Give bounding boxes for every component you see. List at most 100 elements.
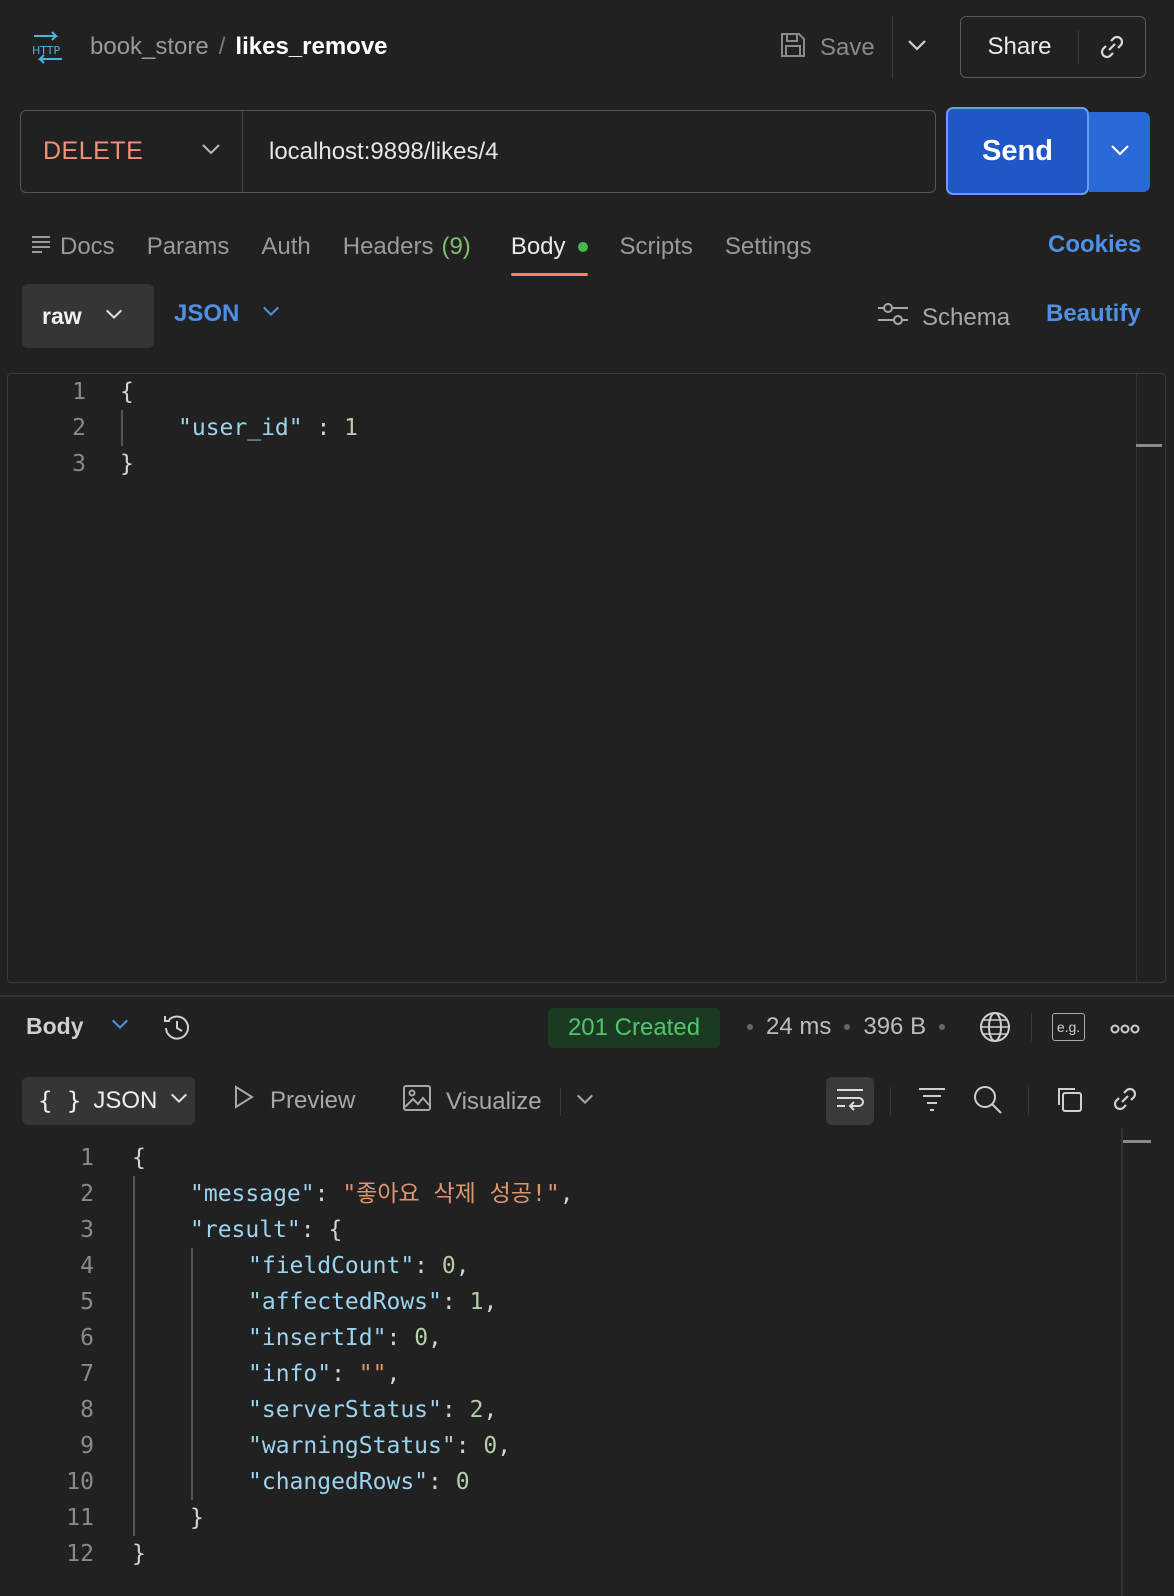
body-language-label: JSON	[174, 300, 240, 327]
preview-button[interactable]: Preview	[232, 1084, 355, 1117]
line-number: 3	[72, 451, 86, 477]
response-scroll-thumb[interactable]	[1123, 1140, 1151, 1143]
tab-params[interactable]: Params	[147, 222, 230, 272]
body-mode-select[interactable]: raw	[22, 284, 154, 348]
response-divider[interactable]	[0, 995, 1174, 997]
line-number: 6	[80, 1325, 94, 1351]
tab-auth-label: Auth	[261, 233, 311, 260]
send-button[interactable]: Send	[946, 107, 1089, 195]
json-key: "insertId"	[248, 1325, 387, 1351]
tab-docs[interactable]: Docs	[30, 222, 115, 272]
chevron-down-icon	[169, 1087, 189, 1115]
chevron-down-icon	[200, 138, 222, 165]
json-separator: ,	[386, 1361, 401, 1387]
line-number: 10	[66, 1469, 94, 1495]
code-open-brace: {	[120, 379, 134, 405]
toolbar-divider	[1028, 1087, 1029, 1115]
svg-text:HTTP: HTTP	[32, 44, 61, 57]
body-language-select[interactable]: JSON	[174, 300, 281, 328]
breadcrumb: book_store / likes_remove	[90, 30, 388, 64]
line-number: 12	[66, 1541, 94, 1567]
chevron-down-icon	[1109, 139, 1131, 166]
braces-icon: { }	[38, 1087, 82, 1115]
json-key: "warningStatus"	[248, 1433, 456, 1459]
schema-button[interactable]: Schema	[876, 300, 1010, 335]
tab-settings[interactable]: Settings	[725, 222, 812, 272]
send-options-button[interactable]	[1089, 112, 1150, 192]
wrap-lines-button[interactable]	[826, 1077, 874, 1125]
tab-body[interactable]: Body	[510, 222, 588, 276]
cookies-link[interactable]: Cookies	[1048, 231, 1141, 259]
tab-headers[interactable]: Headers (9)	[343, 222, 471, 272]
http-request-icon: HTTP	[30, 30, 66, 64]
chevron-down-icon	[110, 1013, 130, 1040]
filter-icon[interactable]	[917, 1084, 947, 1117]
line-number: 7	[80, 1361, 94, 1387]
toolbar-divider	[1031, 1013, 1032, 1041]
json-value: 1	[469, 1289, 484, 1315]
tab-settings-label: Settings	[724, 233, 812, 260]
body-modified-dot	[577, 242, 588, 252]
link-icon[interactable]	[1110, 1084, 1140, 1119]
request-url-bar: DELETE localhost:9898/likes/4	[20, 110, 936, 193]
copy-icon[interactable]	[1054, 1084, 1084, 1119]
request-name[interactable]: likes_remove	[235, 33, 387, 60]
example-button[interactable]: e.g.	[1052, 1013, 1085, 1041]
breadcrumb-separator: /	[218, 33, 226, 60]
url-input[interactable]: localhost:9898/likes/4	[243, 138, 498, 166]
wrap-lines-icon	[835, 1086, 865, 1117]
save-options-chevron-icon[interactable]	[906, 34, 928, 61]
indent-guide	[133, 1176, 135, 1536]
beautify-button[interactable]: Beautify	[1046, 300, 1141, 328]
more-options-icon[interactable]	[1110, 1015, 1140, 1041]
indent-guide	[121, 410, 123, 446]
chevron-down-icon[interactable]	[575, 1088, 595, 1116]
chevron-down-icon	[104, 303, 124, 330]
search-icon[interactable]	[972, 1084, 1004, 1119]
json-separator: ,	[483, 1289, 498, 1315]
line-number: 5	[80, 1289, 94, 1315]
json-field-line: "changedRows": 0	[248, 1469, 470, 1495]
editor-scroll-thumb[interactable]	[1136, 444, 1162, 447]
dot-separator	[747, 1024, 753, 1030]
share-button[interactable]: Share	[961, 33, 1078, 61]
copy-link-icon[interactable]	[1079, 17, 1145, 77]
response-section-select[interactable]: Body	[26, 1013, 130, 1040]
dot-separator	[844, 1024, 851, 1030]
response-format-select[interactable]: { } JSON	[22, 1077, 195, 1125]
response-body-viewer[interactable]: 1 2 3 4 5 6 7 8 9 10 11 12 { "message": …	[0, 1140, 1120, 1596]
method-select[interactable]: DELETE	[21, 111, 243, 192]
line-number: 3	[80, 1217, 94, 1243]
request-tabs: Docs Params Auth Headers (9) Body Script…	[30, 222, 844, 276]
tab-scripts[interactable]: Scripts	[620, 222, 693, 272]
status-badge[interactable]: 201 Created	[548, 1008, 720, 1048]
response-scrollbar[interactable]	[1121, 1128, 1123, 1596]
response-size[interactable]: 396 B	[863, 1013, 926, 1041]
headers-count: (9)	[441, 233, 471, 260]
save-button[interactable]: Save	[778, 28, 875, 68]
tab-scripts-label: Scripts	[619, 233, 693, 260]
globe-icon[interactable]	[978, 1010, 1012, 1049]
visualize-button[interactable]: Visualize	[402, 1084, 595, 1119]
history-icon[interactable]	[160, 1011, 194, 1050]
code-close-brace: }	[132, 1541, 146, 1567]
code-close-brace: }	[190, 1505, 204, 1531]
breadcrumb-collection[interactable]: book_store	[90, 33, 209, 60]
json-key: "user_id"	[178, 415, 303, 441]
tab-auth[interactable]: Auth	[261, 222, 310, 272]
dot-separator	[939, 1024, 946, 1030]
response-time[interactable]: 24 ms	[766, 1013, 831, 1041]
request-body-editor[interactable]: 1 2 3 { "user_id" : 1 }	[7, 373, 1166, 983]
sliders-icon	[876, 300, 910, 335]
editor-scrollbar[interactable]	[1136, 374, 1165, 982]
json-key: "affectedRows"	[248, 1289, 442, 1315]
visualize-label: Visualize	[446, 1087, 542, 1115]
json-field-line: "insertId": 0,	[248, 1325, 442, 1351]
line-number: 2	[72, 415, 86, 441]
preview-label: Preview	[270, 1086, 356, 1114]
toolbar-divider	[890, 1087, 891, 1115]
code-close-brace: }	[120, 451, 134, 477]
method-label: DELETE	[43, 137, 144, 165]
line-number: 8	[80, 1397, 94, 1423]
code-line-message: "message": "좋아요 삭제 성공!",	[190, 1181, 574, 1207]
